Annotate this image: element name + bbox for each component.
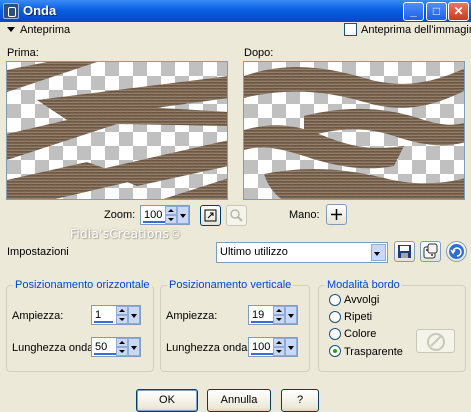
after-preview-image[interactable] — [243, 61, 465, 200]
zoom-label: Zoom: — [104, 209, 136, 221]
h-wavelength-input[interactable]: 50 — [91, 337, 141, 357]
reset-icon — [449, 244, 464, 259]
h-wavelength-spinner[interactable] — [116, 338, 128, 356]
v-amplitude-spinner[interactable] — [273, 306, 285, 324]
horizontal-group: Posizionamento orizzontale — [6, 279, 154, 372]
edge-wrap-radio[interactable] — [329, 294, 341, 306]
edge-option-color[interactable]: Colore — [344, 328, 376, 340]
h-wavelength-dropdown-icon[interactable] — [128, 338, 140, 356]
v-wavelength-label: Lunghezza onda: — [166, 342, 251, 354]
h-amplitude-value: 1 — [95, 309, 102, 321]
h-amplitude-dropdown-icon[interactable] — [128, 306, 140, 324]
zoom-dropdown-icon[interactable] — [177, 206, 189, 224]
before-label: Prima: — [7, 47, 39, 59]
plus-move-icon — [331, 209, 342, 220]
spin-down-icon[interactable] — [116, 315, 128, 324]
ok-button[interactable]: OK — [136, 389, 198, 412]
before-preview-image[interactable] — [6, 61, 228, 200]
h-wavelength-value: 50 — [95, 341, 108, 353]
title-bar[interactable]: Onda _ □ ✕ — [0, 0, 471, 22]
h-amplitude-spinner[interactable] — [116, 306, 128, 324]
v-wavelength-input[interactable]: 100 — [248, 337, 298, 357]
spin-up-icon[interactable] — [273, 306, 285, 315]
cancel-button[interactable]: Annulla — [207, 389, 271, 412]
v-wavelength-spinner[interactable] — [273, 338, 285, 356]
h-amplitude-label: Ampiezza: — [12, 310, 64, 322]
v-wavelength-dropdown-icon[interactable] — [285, 338, 297, 356]
watermark-text: Fidia'sCreations© — [70, 227, 182, 241]
spin-up-icon[interactable] — [116, 306, 128, 315]
spin-down-icon[interactable] — [273, 347, 285, 356]
v-amplitude-value: 19 — [252, 309, 265, 321]
zoom-input[interactable]: 100 — [140, 205, 190, 225]
v-amplitude-input[interactable]: 19 — [248, 305, 298, 325]
preset-dropdown-icon[interactable] — [371, 244, 386, 261]
zoom-spinner[interactable] — [165, 206, 177, 224]
save-preset-button[interactable] — [394, 241, 415, 262]
vertical-group-title: Posizionamento verticale — [167, 279, 294, 291]
v-amplitude-dropdown-icon[interactable] — [285, 306, 297, 324]
horizontal-group-title: Posizionamento orizzontale — [13, 279, 152, 291]
fit-to-window-button[interactable] — [200, 205, 221, 226]
edge-mode-group-title: Modalità bordo — [325, 279, 402, 291]
reset-button[interactable] — [446, 241, 467, 262]
edge-color-radio[interactable] — [329, 328, 341, 340]
fit-window-icon — [204, 209, 217, 222]
spin-up-icon[interactable] — [116, 338, 128, 347]
random-button[interactable] — [420, 241, 441, 262]
v-amplitude-label: Ampiezza: — [166, 310, 218, 322]
pan-button[interactable] — [326, 204, 347, 225]
h-amplitude-slider[interactable] — [94, 321, 113, 323]
edge-repeat-radio[interactable] — [329, 311, 341, 323]
image-preview-label: Anteprima dell'immagine — [361, 24, 471, 36]
after-preview-graphic — [244, 67, 464, 199]
zoom-value: 100 — [144, 209, 163, 221]
settings-label: Impostazioni — [7, 246, 69, 258]
app-icon — [3, 3, 19, 19]
help-button[interactable]: ? — [281, 389, 319, 412]
zoom-tool-button[interactable] — [226, 205, 247, 226]
before-preview-graphic — [7, 62, 227, 199]
dice-icon — [423, 243, 438, 259]
edge-color-swatch-disabled — [416, 329, 455, 353]
spin-down-icon[interactable] — [116, 347, 128, 356]
edge-transparent-radio[interactable] — [329, 345, 341, 357]
minimize-button[interactable]: _ — [403, 2, 424, 21]
close-button[interactable]: ✕ — [448, 2, 469, 21]
h-wavelength-label: Lunghezza onda: — [12, 342, 97, 354]
after-label: Dopo: — [244, 47, 274, 59]
image-preview-checkbox[interactable] — [344, 23, 357, 36]
preview-section-label[interactable]: Anteprima — [20, 24, 70, 36]
spin-down-icon[interactable] — [165, 215, 177, 224]
vertical-group: Posizionamento verticale — [160, 279, 310, 372]
spin-up-icon[interactable] — [165, 206, 177, 215]
v-wavelength-value: 100 — [252, 341, 271, 353]
magnifier-icon — [230, 209, 243, 222]
h-amplitude-input[interactable]: 1 — [91, 305, 141, 325]
edge-option-repeat[interactable]: Ripeti — [344, 311, 372, 323]
preset-select[interactable]: Ultimo utilizzo — [216, 242, 388, 263]
spin-up-icon[interactable] — [273, 338, 285, 347]
window-title: Onda — [23, 3, 57, 18]
edge-option-transparent[interactable]: Trasparente — [344, 346, 403, 358]
collapse-arrow-icon[interactable] — [7, 27, 15, 32]
floppy-disk-icon — [398, 245, 411, 258]
edge-option-wrap[interactable]: Avvolgi — [344, 294, 379, 306]
hand-label: Mano: — [289, 209, 320, 221]
spin-down-icon[interactable] — [273, 315, 285, 324]
preset-value: Ultimo utilizzo — [220, 246, 288, 258]
maximize-button[interactable]: □ — [426, 2, 447, 21]
